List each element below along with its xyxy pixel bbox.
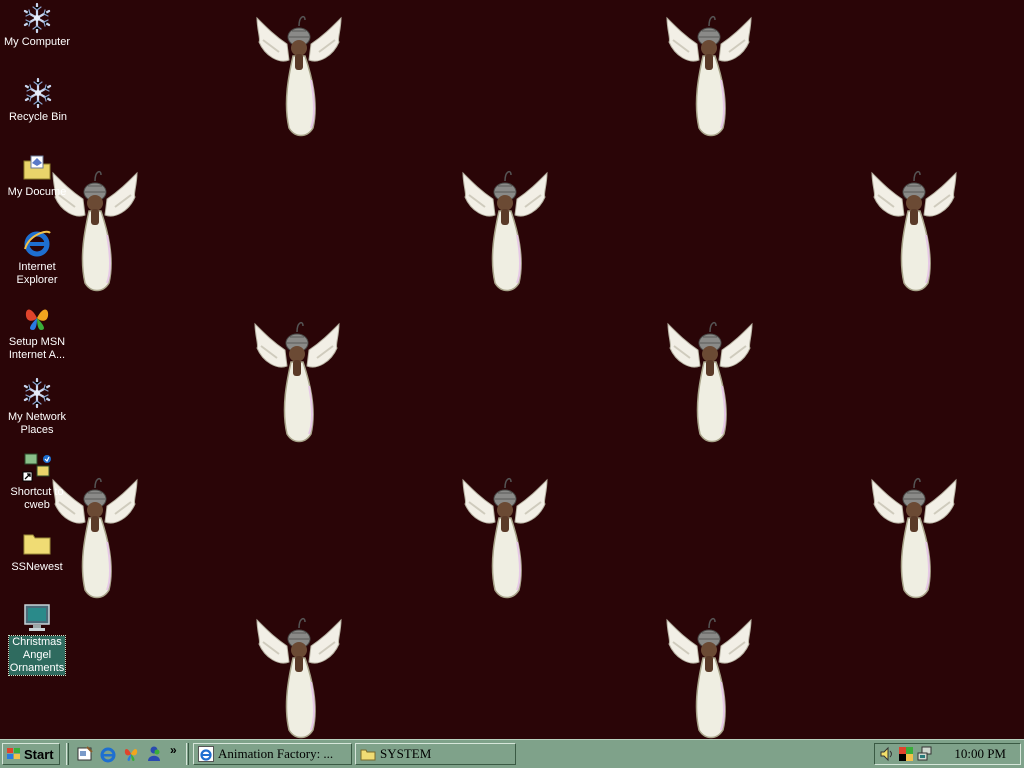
snowflake-icon bbox=[21, 377, 53, 409]
desktop-icon-my-network-places[interactable]: My Network Places bbox=[0, 377, 74, 442]
angel-ornament-icon bbox=[455, 472, 555, 602]
snowflake-icon bbox=[21, 2, 53, 34]
desktop-icon-my-documents[interactable]: My Docume bbox=[0, 152, 74, 204]
clock[interactable]: 10:00 PM bbox=[954, 746, 1006, 762]
task-button-system[interactable]: SYSTEM bbox=[355, 743, 516, 765]
angel-ornament-icon bbox=[659, 612, 759, 739]
folder-icon bbox=[21, 527, 53, 559]
desktop-icon-label: SSNewest bbox=[11, 561, 63, 573]
task-label: Animation Factory: ... bbox=[218, 746, 334, 761]
task-button-animation-factory[interactable]: Animation Factory: ... bbox=[193, 743, 352, 765]
desktop-icon-label: Recycle Bin bbox=[8, 111, 68, 123]
windows-logo-icon bbox=[6, 747, 22, 761]
desktop-icon-setup-msn[interactable]: Setup MSN Internet A... bbox=[0, 302, 74, 367]
desktop bbox=[0, 0, 1024, 739]
desktop-icon-label: My Docume bbox=[7, 186, 67, 198]
start-label: Start bbox=[24, 746, 54, 762]
taskbar: Start » Animation Factory: ... SYSTEM 10… bbox=[0, 739, 1024, 768]
angel-ornament-icon bbox=[660, 316, 760, 446]
color-scheme-icon[interactable] bbox=[898, 746, 914, 762]
desktop-icon-label: My Computer bbox=[3, 36, 71, 48]
messenger-icon[interactable] bbox=[145, 745, 163, 763]
desktop-icon-shortcut-cweb[interactable]: Shortcut to cweb bbox=[0, 452, 74, 517]
system-tray: 10:00 PM bbox=[874, 743, 1021, 765]
desktop-icon-my-computer[interactable]: My Computer bbox=[0, 2, 74, 54]
angel-ornament-icon bbox=[659, 10, 759, 140]
desktop-icon-label: Shortcut to cweb bbox=[10, 486, 64, 511]
angel-ornament-icon bbox=[247, 316, 347, 446]
desktop-icon-label: My Network Places bbox=[7, 411, 67, 436]
angel-ornament-icon bbox=[864, 472, 964, 602]
volume-icon[interactable] bbox=[879, 746, 895, 762]
folder-icon bbox=[360, 749, 376, 761]
snowflake-icon bbox=[22, 77, 54, 109]
desktop-icon-internet-explorer[interactable]: Internet Explorer bbox=[0, 227, 74, 292]
desktop-icon-label: Christmas Angel Ornaments bbox=[7, 635, 67, 676]
desktop-show-icon[interactable] bbox=[76, 745, 94, 763]
angel-ornament-icon bbox=[249, 612, 349, 739]
taskbar-grip[interactable] bbox=[66, 743, 69, 765]
desktop-icon-ssnewest[interactable]: SSNewest bbox=[0, 527, 74, 579]
msn-butterfly-icon[interactable] bbox=[122, 745, 140, 763]
task-label: SYSTEM bbox=[380, 746, 432, 761]
quick-launch-overflow-button[interactable]: » bbox=[170, 743, 177, 757]
internet-explorer-icon[interactable] bbox=[99, 745, 117, 763]
folder-document-icon bbox=[21, 152, 53, 184]
network-icon[interactable] bbox=[917, 746, 933, 762]
angel-ornament-icon bbox=[249, 10, 349, 140]
desktop-icon-label: Setup MSN Internet A... bbox=[8, 336, 66, 361]
start-button[interactable]: Start bbox=[2, 743, 60, 765]
desktop-icon-recycle-bin[interactable]: Recycle Bin bbox=[1, 77, 75, 129]
angel-ornament-icon bbox=[864, 165, 964, 295]
monitor-icon bbox=[21, 602, 53, 634]
desktop-icon-label: Internet Explorer bbox=[16, 261, 58, 286]
desktop-icon-christmas-angel-ornaments[interactable]: Christmas Angel Ornaments bbox=[0, 602, 74, 680]
network-shortcut-icon bbox=[21, 452, 53, 484]
msn-butterfly-icon bbox=[21, 302, 53, 334]
internet-explorer-icon bbox=[21, 227, 53, 259]
taskbar-grip[interactable] bbox=[186, 743, 189, 765]
internet-explorer-icon bbox=[198, 746, 214, 762]
angel-ornament-icon bbox=[455, 165, 555, 295]
